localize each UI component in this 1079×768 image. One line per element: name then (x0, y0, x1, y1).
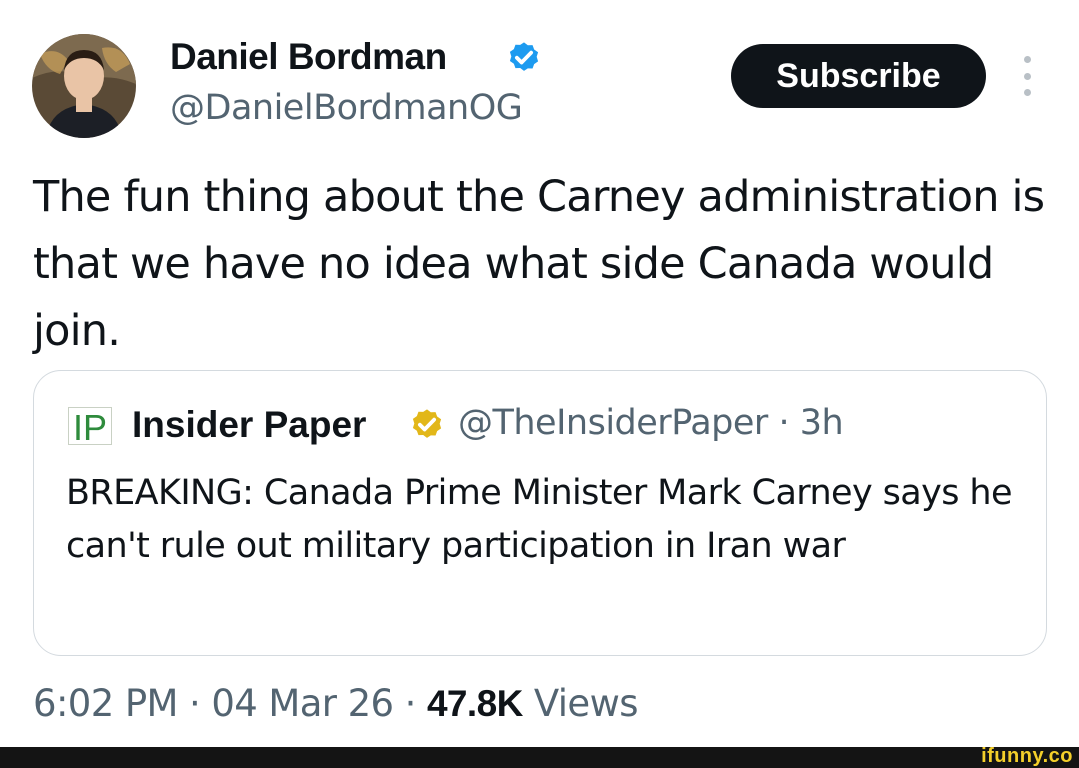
dot (1023, 89, 1031, 96)
avatar-image (32, 34, 136, 138)
quoted-handle-time[interactable]: @TheInsiderPaper · 3h (458, 403, 844, 443)
quoted-tweet-text: BREAKING: Canada Prime Minister Mark Car… (66, 473, 1013, 566)
watermark-bar: ifunny.co (0, 745, 1079, 768)
insider-paper-logo-icon: IP (68, 407, 112, 445)
subscribe-button[interactable]: Subscribe (731, 44, 986, 108)
verified-badge-icon (509, 42, 539, 71)
tweet-meta: 6:02 PM · 04 Mar 26 · 47.8K Views (33, 682, 639, 725)
quoted-author-name[interactable]: Insider Paper (132, 404, 366, 446)
tweet-text: The fun thing about the Carney administr… (33, 172, 1045, 356)
ifunny-watermark: ifunny.co (981, 745, 1073, 767)
author-handle[interactable]: @DanielBordmanOG (170, 88, 523, 128)
author-name[interactable]: Daniel Bordman (170, 36, 447, 78)
tweet-datetime: 6:02 PM · 04 Mar 26 · (33, 682, 427, 725)
views-label: Views (522, 682, 639, 725)
quoted-tweet-card[interactable]: IP Insider Paper @TheInsiderPaper · 3h B… (33, 370, 1047, 656)
insider-paper-logo-text: IP (73, 407, 107, 445)
verified-gold-badge-icon (412, 409, 442, 438)
views-count: 47.8K (426, 683, 523, 724)
more-options-icon[interactable] (1012, 56, 1042, 96)
dot (1023, 56, 1031, 63)
author-avatar[interactable] (32, 34, 136, 138)
dot (1023, 72, 1031, 80)
